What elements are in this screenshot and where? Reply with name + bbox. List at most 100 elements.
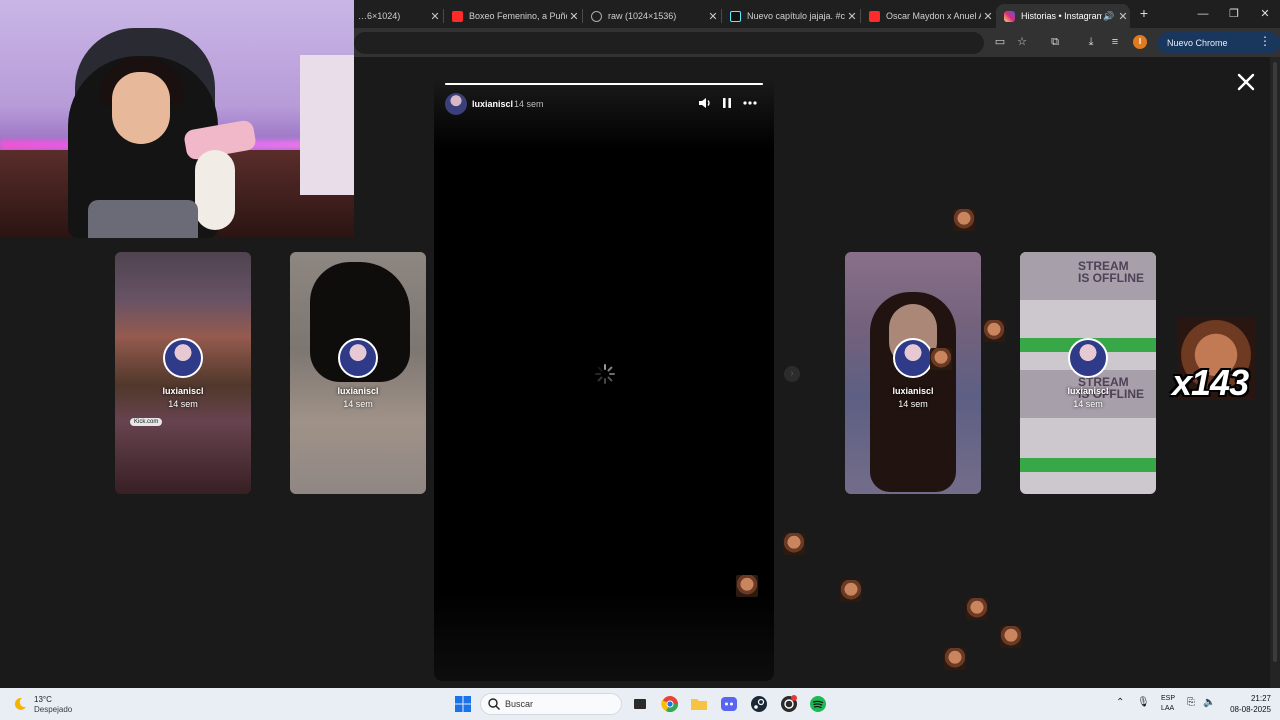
volume-icon[interactable]: [697, 95, 713, 111]
avatar: [893, 338, 933, 378]
bookmark-star-icon[interactable]: ☆: [1014, 34, 1030, 50]
media-controls-icon[interactable]: ≡: [1107, 34, 1123, 50]
search-icon: [488, 698, 500, 710]
tab-boxeo[interactable]: Boxeo Femenino, a Puño ✕: [444, 4, 581, 28]
avatar: [338, 338, 378, 378]
story-progress-fill: [445, 83, 763, 85]
avatar: [1068, 338, 1108, 378]
restore-button[interactable]: ❐: [1219, 4, 1249, 24]
preview-username: luxianiscl: [892, 386, 934, 396]
menu-kebab-icon[interactable]: ⋮: [1258, 34, 1272, 50]
story-preview-2[interactable]: luxianiscl 14 sem: [290, 252, 426, 494]
download-icon[interactable]: ⤓: [1083, 34, 1099, 50]
globe-icon: [591, 10, 602, 22]
new-tab-button[interactable]: +: [1136, 5, 1152, 21]
tab-close-icon[interactable]: ✕: [1116, 10, 1130, 23]
tab-title: …6×1024): [358, 11, 401, 21]
speaker-icon[interactable]: 🔊: [1102, 11, 1116, 22]
screen: …6×1024) ✕ Boxeo Femenino, a Puño ✕ raw …: [0, 0, 1280, 720]
preview-username: luxianiscl: [1067, 386, 1109, 396]
tab-close-icon[interactable]: ✕: [845, 10, 859, 23]
weather-desc[interactable]: Despejado: [34, 705, 72, 714]
tab-title: Nuevo capítulo jajaja. #cl: [747, 11, 845, 21]
tab-title: Boxeo Femenino, a Puño: [469, 11, 567, 21]
preview-username: luxianiscl: [337, 386, 379, 396]
volume-icon[interactable]: 🔈: [1203, 697, 1215, 708]
weather-temp[interactable]: 13°C: [34, 695, 52, 704]
cast-icon[interactable]: ▭: [992, 34, 1008, 50]
chevron-up-icon[interactable]: ⌃: [1116, 697, 1124, 708]
tab-close-icon[interactable]: ✕: [706, 10, 720, 23]
close-window-button[interactable]: ✕: [1250, 4, 1280, 24]
instagram-icon: [1004, 10, 1015, 22]
search-placeholder: Buscar: [505, 699, 534, 709]
tab-title: Historias • Instagram: [1021, 11, 1102, 21]
tab-close-icon[interactable]: ✕: [567, 10, 581, 23]
emote-image: [983, 320, 1005, 342]
tab-image[interactable]: …6×1024) ✕: [350, 4, 442, 28]
avatar: [163, 338, 203, 378]
tab-instagram[interactable]: Historias • Instagram 🔊 ✕: [996, 4, 1130, 28]
tab-close-icon[interactable]: ✕: [428, 10, 442, 23]
emote-image: [966, 598, 988, 620]
desk: [88, 200, 198, 238]
avatar[interactable]: [445, 93, 467, 115]
streamer-face: [112, 72, 170, 144]
dresser: [300, 55, 354, 195]
youtube-icon: [869, 10, 880, 22]
microphone-icon[interactable]: 🎙: [1137, 697, 1150, 708]
taskbar-search[interactable]: Buscar: [480, 693, 622, 715]
kick-badge: Kick.com: [130, 418, 163, 426]
tab-title: raw (1024×1536): [608, 11, 677, 21]
taskbar: 13°C Despejado Buscar ⌃ 🎙 ESP LAA ⎘ 🔈 21…: [0, 688, 1280, 720]
active-story[interactable]: luxianiscl 14 sem: [434, 77, 774, 681]
address-bar[interactable]: [354, 32, 984, 54]
story-preview-3[interactable]: luxianiscl 14 sem: [845, 252, 981, 494]
story-preview-1[interactable]: Kick.com luxianiscl 14 sem: [115, 252, 251, 494]
tab-close-icon[interactable]: ✕: [981, 10, 995, 23]
discord-icon[interactable]: [720, 695, 738, 713]
next-story-chevron-icon[interactable]: ›: [784, 366, 800, 382]
minimize-button[interactable]: —: [1188, 4, 1218, 24]
tab-oscar[interactable]: Oscar Maydon x Anuel AA ✕: [861, 4, 995, 28]
emote-image: [1000, 626, 1022, 648]
pause-icon[interactable]: [719, 95, 735, 111]
preview-time: 14 sem: [343, 399, 373, 409]
more-options-icon[interactable]: [742, 95, 758, 111]
scrollbar-thumb[interactable]: [1273, 62, 1277, 662]
file-explorer-icon[interactable]: [690, 695, 708, 713]
emote-image: [840, 580, 862, 602]
preview-time: 14 sem: [898, 399, 928, 409]
steam-icon[interactable]: [750, 695, 768, 713]
windows-start-icon[interactable]: [454, 695, 472, 713]
clock-date[interactable]: 08-08-2025: [1226, 705, 1271, 714]
story-progress-bar: [445, 83, 763, 85]
emote-image: [736, 575, 758, 597]
chrome-icon[interactable]: [661, 695, 679, 713]
moon-icon[interactable]: [12, 696, 28, 712]
close-stories-icon[interactable]: [1234, 70, 1258, 94]
preview-time: 14 sem: [1073, 399, 1103, 409]
spotify-icon[interactable]: [809, 695, 827, 713]
emote-image: [783, 533, 805, 555]
profile-avatar[interactable]: I: [1133, 35, 1147, 49]
webcam-overlay: [0, 0, 354, 238]
story-preview-4[interactable]: STREAM IS OFFLINE STREAM IS OFFLINE luxi…: [1020, 252, 1156, 494]
tab-raw[interactable]: raw (1024×1536) ✕: [583, 4, 720, 28]
obs-icon[interactable]: [780, 695, 798, 713]
keyboard-layout[interactable]: LAA: [1161, 705, 1174, 712]
clock-time[interactable]: 21:27: [1245, 694, 1271, 703]
story-time: 14 sem: [514, 99, 544, 109]
preview-time: 14 sem: [168, 399, 198, 409]
plush-toy: [195, 150, 235, 230]
extensions-icon[interactable]: ⧉: [1047, 34, 1063, 50]
task-view-icon[interactable]: [631, 695, 649, 713]
tiktok-icon: [730, 10, 741, 22]
loading-spinner-icon: [595, 364, 615, 384]
tab-tiktok[interactable]: Nuevo capítulo jajaja. #cl ✕: [722, 4, 859, 28]
language-code[interactable]: ESP: [1161, 695, 1175, 702]
emote-image: [944, 648, 966, 670]
network-icon[interactable]: ⎘: [1187, 697, 1195, 708]
tab-title: Oscar Maydon x Anuel AA: [886, 11, 981, 21]
story-username[interactable]: luxianiscl: [472, 99, 513, 109]
